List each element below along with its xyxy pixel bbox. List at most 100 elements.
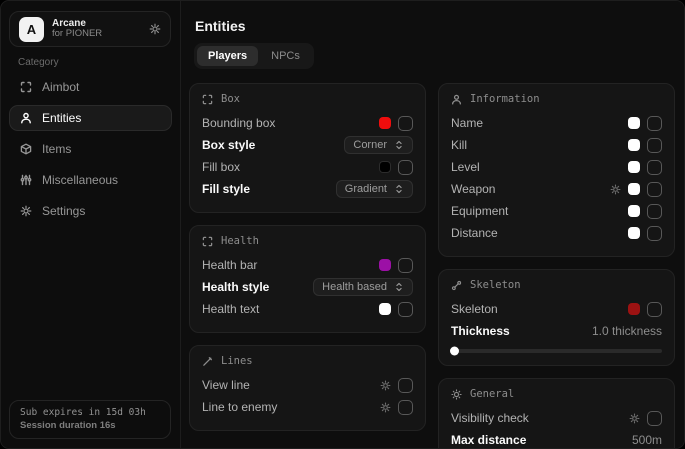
setting-label: Kill	[451, 138, 467, 152]
equipment-checkbox[interactable]	[647, 204, 662, 219]
visibility-check-checkbox[interactable]	[647, 411, 662, 426]
gear-icon[interactable]	[629, 413, 640, 424]
category-label: Category	[18, 57, 180, 68]
sidebar-item-entities[interactable]: Entities	[9, 105, 172, 131]
thickness-slider[interactable]	[451, 349, 662, 353]
health-style-dropdown[interactable]: Health based	[313, 278, 413, 296]
unfold-icon	[394, 282, 404, 292]
color-swatch[interactable]	[628, 117, 640, 129]
setting-row: Health bar	[202, 254, 413, 276]
setting-row: Name	[451, 112, 662, 134]
tab-players[interactable]: Players	[197, 46, 258, 66]
view-line-checkbox[interactable]	[398, 378, 413, 393]
color-swatch[interactable]	[379, 161, 391, 173]
dropdown-value: Health based	[322, 281, 387, 293]
setting-row: Fill box	[202, 156, 413, 178]
sub-expires-text: Sub expires in 15d 03h	[20, 407, 160, 418]
sidebar-item-items[interactable]: Items	[9, 136, 172, 162]
setting-row: Line to enemy	[202, 396, 413, 418]
tab-npcs[interactable]: NPCs	[260, 46, 311, 66]
health-card: Health Health bar Health style Health ba…	[189, 225, 426, 333]
setting-label: Fill style	[202, 182, 250, 196]
entity-tabs: Players NPCs	[194, 43, 314, 69]
cube-icon	[19, 143, 32, 155]
box-style-dropdown[interactable]: Corner	[344, 136, 413, 154]
sidebar-item-label: Miscellaneous	[42, 173, 118, 187]
slider-thumb[interactable]	[450, 347, 459, 356]
color-swatch[interactable]	[628, 183, 640, 195]
slider-fill	[451, 349, 455, 353]
weapon-checkbox[interactable]	[647, 182, 662, 197]
color-swatch[interactable]	[628, 227, 640, 239]
dropdown-value: Gradient	[345, 183, 387, 195]
health-text-checkbox[interactable]	[398, 302, 413, 317]
name-checkbox[interactable]	[647, 116, 662, 131]
scan-icon	[202, 94, 213, 105]
card-title: Box	[221, 93, 240, 105]
skeleton-checkbox[interactable]	[647, 302, 662, 317]
setting-label: Level	[451, 160, 480, 174]
bounding-box-checkbox[interactable]	[398, 116, 413, 131]
setting-row: Bounding box	[202, 112, 413, 134]
information-card: Information Name Kill	[438, 83, 675, 257]
settings-gear-icon[interactable]	[149, 23, 161, 35]
session-duration-text: Session duration 16s	[20, 420, 160, 431]
color-swatch[interactable]	[379, 259, 391, 271]
color-swatch[interactable]	[379, 303, 391, 315]
page-title: Entities	[195, 18, 684, 34]
fill-style-dropdown[interactable]: Gradient	[336, 180, 413, 198]
max-distance-value: 500m	[632, 433, 662, 447]
setting-row: Kill	[451, 134, 662, 156]
card-title: Lines	[221, 355, 253, 367]
bone-icon	[451, 280, 462, 291]
setting-row: Max distance 500m	[451, 429, 662, 449]
fill-box-checkbox[interactable]	[398, 160, 413, 175]
pencil-icon	[202, 356, 213, 367]
setting-label: Skeleton	[451, 302, 498, 316]
setting-label: Box style	[202, 138, 255, 152]
gear-icon[interactable]	[380, 402, 391, 413]
setting-label: Health text	[202, 302, 259, 316]
app-logo: A	[19, 17, 44, 42]
main-panel: Entities Players NPCs Box Bounding box	[181, 1, 684, 448]
kill-checkbox[interactable]	[647, 138, 662, 153]
color-swatch[interactable]	[628, 205, 640, 217]
general-card: General Visibility check Max distance 50…	[438, 378, 675, 449]
gear-icon	[19, 205, 32, 217]
unfold-icon	[394, 140, 404, 150]
sidebar-nav: Aimbot Entities Items Miscellaneous Sett…	[1, 74, 180, 224]
gear-icon[interactable]	[610, 184, 621, 195]
brand-text: Arcane for PIONER	[52, 18, 141, 40]
unfold-icon	[394, 184, 404, 194]
sidebar-item-miscellaneous[interactable]: Miscellaneous	[9, 167, 172, 193]
distance-checkbox[interactable]	[647, 226, 662, 241]
subscription-info-card: Sub expires in 15d 03h Session duration …	[9, 400, 171, 439]
setting-label: Health style	[202, 280, 269, 294]
health-bar-checkbox[interactable]	[398, 258, 413, 273]
setting-row: Fill style Gradient	[202, 178, 413, 200]
color-swatch[interactable]	[628, 161, 640, 173]
card-title: Information	[470, 93, 540, 105]
person-icon	[19, 112, 32, 124]
gear-icon[interactable]	[380, 380, 391, 391]
sidebar-item-aimbot[interactable]: Aimbot	[9, 74, 172, 100]
sidebar-item-label: Items	[42, 142, 71, 156]
cards-grid: Box Bounding box Box style Corner	[189, 83, 675, 449]
scan-icon	[202, 236, 213, 247]
setting-label: View line	[202, 378, 250, 392]
color-swatch[interactable]	[628, 303, 640, 315]
setting-label: Line to enemy	[202, 400, 277, 414]
sun-icon	[451, 389, 462, 400]
skeleton-card: Skeleton Skeleton Thickness 1.0 thicknes…	[438, 269, 675, 366]
setting-label: Name	[451, 116, 483, 130]
setting-row: Weapon	[451, 178, 662, 200]
level-checkbox[interactable]	[647, 160, 662, 175]
color-swatch[interactable]	[628, 139, 640, 151]
line-to-enemy-checkbox[interactable]	[398, 400, 413, 415]
app-subtitle: for PIONER	[52, 29, 141, 40]
setting-label: Thickness	[451, 324, 510, 338]
card-title: Skeleton	[470, 279, 521, 291]
setting-label: Visibility check	[451, 411, 529, 425]
sidebar-item-settings[interactable]: Settings	[9, 198, 172, 224]
color-swatch[interactable]	[379, 117, 391, 129]
